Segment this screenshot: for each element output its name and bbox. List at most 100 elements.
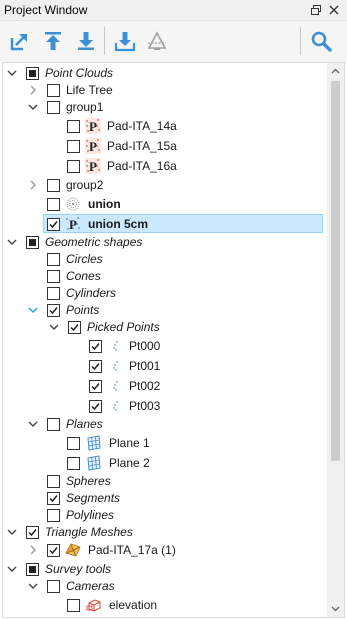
collapse-arrow-icon[interactable]	[48, 321, 60, 333]
tree-item-pt001[interactable]: Pt001	[3, 357, 323, 376]
checkbox[interactable]	[67, 437, 80, 450]
tree-item-planes[interactable]: Planes	[3, 415, 323, 434]
float-window-icon[interactable]	[309, 3, 323, 17]
checkbox[interactable]	[47, 84, 60, 97]
vertical-scrollbar[interactable]	[327, 63, 344, 617]
checkbox-checked[interactable]	[47, 492, 60, 505]
expand-arrow-icon[interactable]	[27, 179, 39, 191]
checkbox-checked[interactable]	[47, 304, 60, 317]
checkbox[interactable]	[47, 179, 60, 192]
collapse-arrow-icon[interactable]	[27, 418, 39, 430]
svg-text:P: P	[89, 159, 97, 174]
close-icon[interactable]	[327, 3, 341, 17]
tree-item-label: union 5cm	[88, 217, 149, 231]
checkbox-checked[interactable]	[47, 544, 60, 557]
tree-item-label: Cones	[66, 269, 101, 283]
checkbox-checked[interactable]	[26, 526, 39, 539]
tree-item-label: Pad-ITA_14a	[107, 119, 177, 133]
tree-item-pad-ita-15a[interactable]: P Pad-ITA_15a	[3, 137, 323, 156]
checkbox[interactable]	[47, 287, 60, 300]
download-button[interactable]	[71, 26, 101, 56]
tree-item-cameras[interactable]: Cameras	[3, 577, 323, 596]
tree-item-label: Cameras	[66, 579, 115, 593]
checkbox-partial[interactable]	[26, 236, 39, 249]
expand-arrow-icon[interactable]	[27, 84, 39, 96]
download-arrow-icon	[78, 32, 94, 50]
checkbox-checked[interactable]	[89, 380, 102, 393]
scan-station-button[interactable]	[142, 26, 172, 56]
checkbox-checked[interactable]	[68, 321, 81, 334]
tree-item-group1[interactable]: group1	[3, 98, 323, 117]
export-button[interactable]	[5, 26, 35, 56]
toolbar-separator	[104, 27, 105, 55]
point-cloud-icon: P	[85, 138, 101, 154]
tree-item-union[interactable]: union	[3, 195, 323, 214]
upload-arrow-icon	[45, 32, 61, 50]
export-arrow-icon	[10, 34, 27, 51]
point-icon	[107, 378, 123, 394]
checkbox[interactable]	[67, 120, 80, 133]
checkbox-checked[interactable]	[89, 340, 102, 353]
checkbox[interactable]	[47, 253, 60, 266]
checkbox[interactable]	[47, 418, 60, 431]
tree-item-label: Pt001	[129, 359, 161, 373]
tree-item-label: Plane 1	[109, 436, 150, 450]
checkbox[interactable]	[47, 580, 60, 593]
checkbox-checked[interactable]	[47, 218, 60, 231]
checkbox[interactable]	[67, 457, 80, 470]
checkbox[interactable]	[47, 509, 60, 522]
scroll-up-icon[interactable]	[327, 63, 344, 80]
collapse-arrow-icon[interactable]	[6, 563, 18, 575]
tree-item-picked-points[interactable]: Picked Points	[3, 318, 323, 337]
tree-item-label: elevation	[109, 598, 158, 612]
tree-item-label: union	[88, 197, 121, 211]
point-icon	[107, 358, 123, 374]
tree-item-pad-ita-14a[interactable]: P Pad-ITA_14a	[3, 117, 323, 136]
tree-item-pad-ita-17a[interactable]: Pad-ITA_17a (1)	[3, 541, 323, 560]
checkbox[interactable]	[47, 198, 60, 211]
collapse-arrow-icon[interactable]	[6, 67, 18, 79]
tree-item-label: Spheres	[66, 474, 111, 488]
collapse-arrow-icon[interactable]	[27, 101, 39, 113]
tree-item-union-5cm[interactable]: P union 5cm	[43, 214, 323, 233]
upload-button[interactable]	[38, 26, 68, 56]
collapse-arrow-icon[interactable]	[27, 304, 39, 316]
search-icon	[311, 31, 332, 52]
checkbox[interactable]	[47, 475, 60, 488]
scrollbar-thumb[interactable]	[331, 81, 340, 461]
import-button[interactable]	[110, 26, 140, 56]
tree-item-plane-2[interactable]: Plane 2	[3, 454, 323, 473]
checkbox[interactable]	[47, 270, 60, 283]
tree-item-pt003[interactable]: Pt003	[3, 397, 323, 416]
tree-item-label: Pad-ITA_16a	[107, 159, 177, 173]
checkbox-checked[interactable]	[89, 400, 102, 413]
project-tree[interactable]: Point Clouds Life Tree group1 P Pad-ITA_…	[2, 62, 345, 618]
point-cloud-icon: P	[85, 118, 101, 134]
expand-arrow-icon[interactable]	[27, 544, 39, 556]
collapse-arrow-icon[interactable]	[6, 236, 18, 248]
point-icon	[107, 398, 123, 414]
import-to-tray-icon	[114, 32, 136, 52]
tree-item-label: Pad-ITA_15a	[107, 139, 177, 153]
collapse-arrow-icon[interactable]	[27, 580, 39, 592]
tree-item-label: group1	[66, 100, 104, 114]
tree-item-pt000[interactable]: Pt000	[3, 337, 323, 356]
checkbox-partial[interactable]	[26, 67, 39, 80]
checkbox-partial[interactable]	[26, 563, 39, 576]
checkbox[interactable]	[67, 599, 80, 612]
tree-item-label: Pt002	[129, 379, 161, 393]
tree-item-group2[interactable]: group2	[3, 176, 323, 195]
tree-item-pad-ita-16a[interactable]: P Pad-ITA_16a	[3, 157, 323, 176]
scroll-down-icon[interactable]	[327, 600, 344, 617]
search-button[interactable]	[306, 26, 336, 56]
checkbox[interactable]	[47, 101, 60, 114]
tree-item-label: Survey tools	[45, 562, 112, 576]
tree-item-plane-1[interactable]: Plane 1	[3, 434, 323, 453]
tree-item-triangle-meshes[interactable]: Triangle Meshes	[3, 523, 323, 542]
tree-item-pt002[interactable]: Pt002	[3, 377, 323, 396]
tree-item-elevation[interactable]: elevation	[3, 596, 323, 615]
checkbox-checked[interactable]	[89, 360, 102, 373]
collapse-arrow-icon[interactable]	[6, 526, 18, 538]
checkbox[interactable]	[67, 140, 80, 153]
checkbox[interactable]	[67, 160, 80, 173]
